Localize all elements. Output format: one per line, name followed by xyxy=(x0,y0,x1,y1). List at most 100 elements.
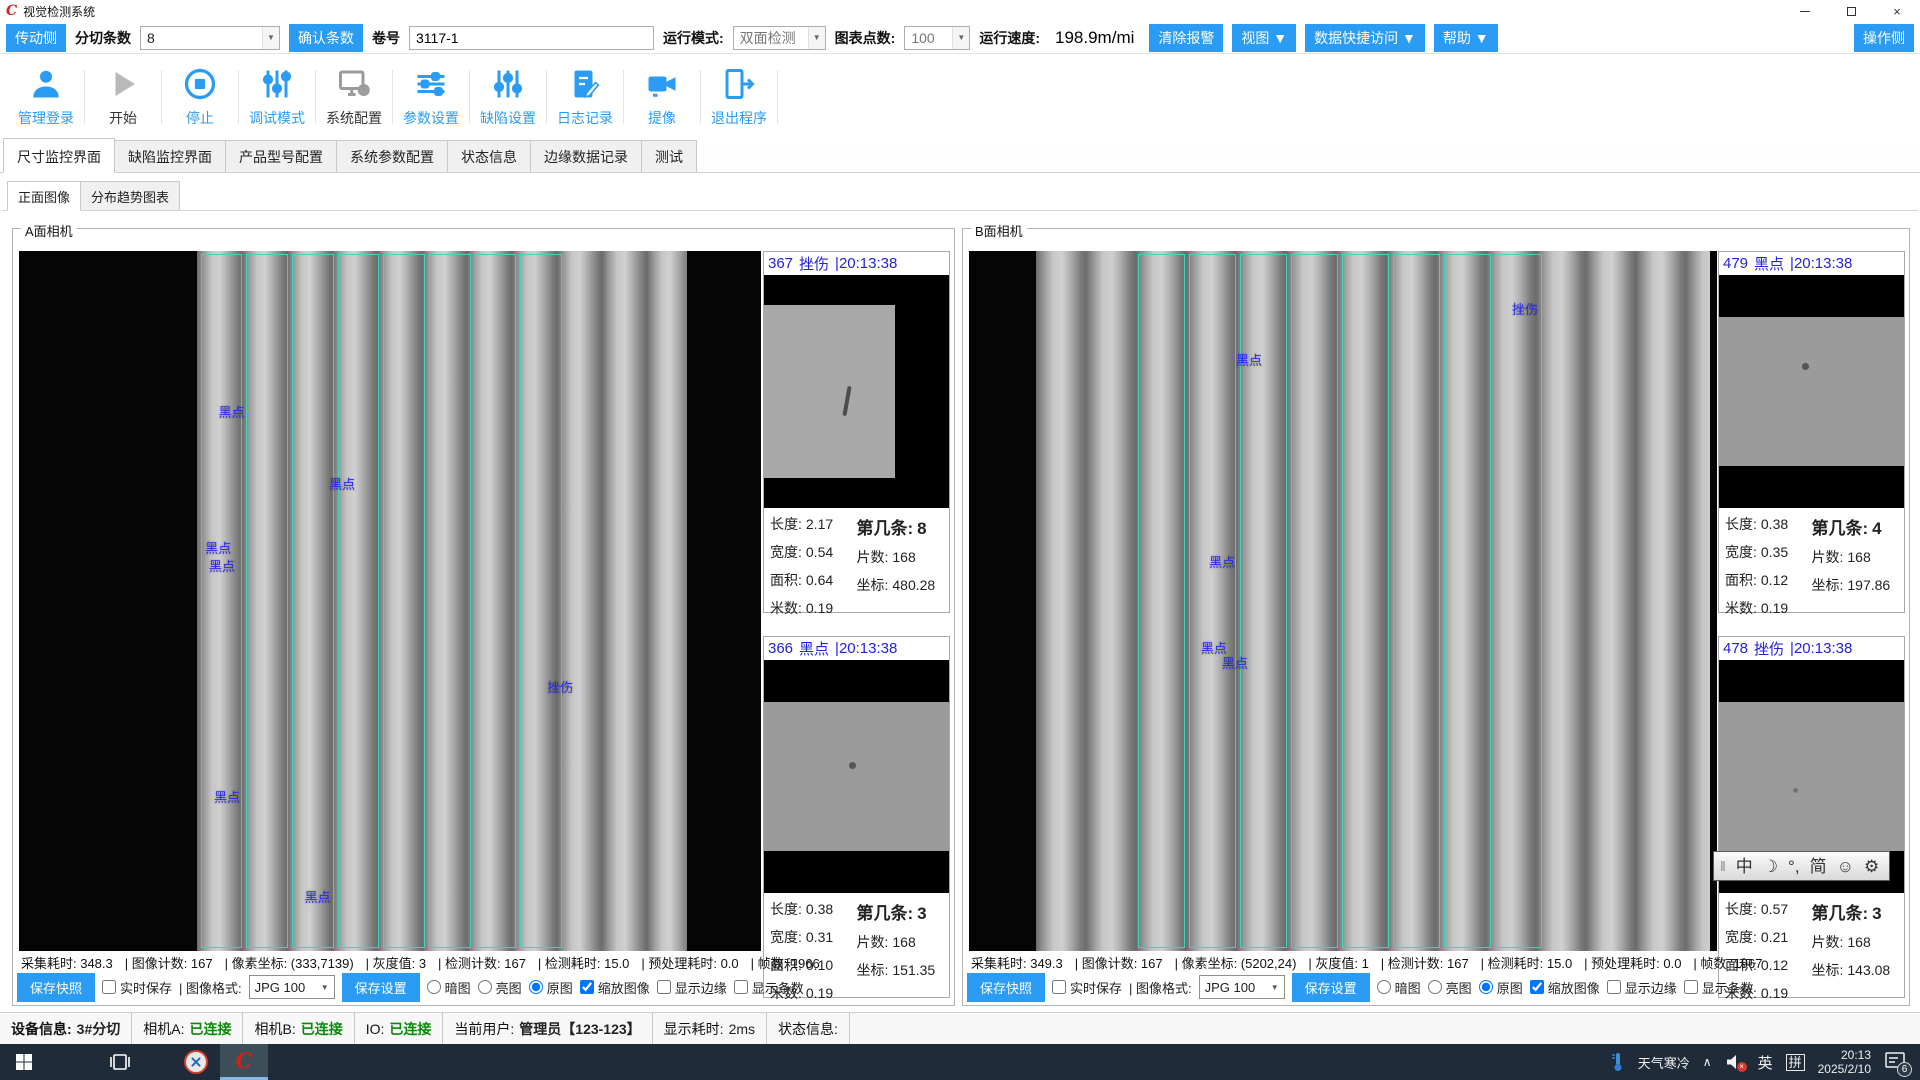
volume-muted-icon[interactable]: × xyxy=(1725,1053,1745,1071)
drag-handle-icon[interactable]: ‖ xyxy=(1720,858,1726,874)
show-strips-checkbox[interactable]: 显示条数 xyxy=(734,978,804,997)
tray-expand-chevron[interactable]: ∧ xyxy=(1703,1055,1712,1069)
gear-icon[interactable]: ⚙ xyxy=(1864,858,1879,875)
tab-distribution-trend-chart[interactable]: 分布趋势图表 xyxy=(80,181,180,210)
start-button[interactable]: 开始 xyxy=(87,66,159,128)
start-button[interactable] xyxy=(0,1044,48,1080)
defect-strip-no: 3 xyxy=(1872,904,1881,923)
vision-app-taskbar-button[interactable]: C xyxy=(220,1044,268,1080)
view-menu-button[interactable]: 视图 ▼ xyxy=(1232,24,1296,52)
tab-test[interactable]: 测试 xyxy=(641,140,697,172)
pinyin-ime-icon[interactable]: 拼 xyxy=(1786,1054,1805,1071)
save-snapshot-button[interactable]: 保存快照 xyxy=(967,973,1045,1002)
save-settings-button[interactable]: 保存设置 xyxy=(1292,973,1370,1002)
defect-card[interactable]: 367 挫伤 |20:13:38 长度:2.17 宽度:0.54 面积:0.64… xyxy=(763,251,950,613)
operate-side-button[interactable]: 操作侧 xyxy=(1854,24,1914,52)
show-edge-checkbox[interactable]: 显示边缘 xyxy=(1607,978,1677,997)
confirm-count-button[interactable]: 确认条数 xyxy=(289,24,363,52)
maximize-button[interactable] xyxy=(1828,0,1874,22)
taskbar-clock[interactable]: 20:13 2025/2/10 xyxy=(1818,1048,1871,1076)
top-toolbar: 传动侧 分切条数 8 ▼ 确认条数 卷号 运行模式: 双面检测 ▼ 图表点数: … xyxy=(0,22,1920,54)
ime-language-indicator[interactable]: 英 xyxy=(1758,1052,1773,1073)
tab-front-image[interactable]: 正面图像 xyxy=(7,181,81,211)
camera-a-stats-line: 采集耗时: 348.3ㅤ| 图像计数: 167ㅤ| 像素坐标: (333,713… xyxy=(21,953,820,972)
roll-number-label: 卷号 xyxy=(372,28,400,48)
defect-length: 0.57 xyxy=(1761,901,1788,917)
chevron-down-icon[interactable]: ▼ xyxy=(262,27,279,49)
tab-product-model-config[interactable]: 产品型号配置 xyxy=(225,140,337,172)
close-button[interactable]: × xyxy=(1874,0,1920,22)
ime-chinese-mode-button[interactable]: 中 xyxy=(1736,858,1753,875)
chevron-down-icon[interactable]: ▼ xyxy=(952,27,969,49)
defect-card[interactable]: 479 黑点 |20:13:38 长度:0.38 宽度:0.35 面积:0.12… xyxy=(1718,251,1905,613)
toolbar-divider xyxy=(238,70,239,124)
show-edge-checkbox[interactable]: 显示边缘 xyxy=(657,978,727,997)
clear-alarm-button[interactable]: 清除报警 xyxy=(1149,24,1223,52)
chart-points-combobox[interactable]: 100 ▼ xyxy=(904,26,970,50)
ime-simplified-button[interactable]: 简 xyxy=(1810,858,1827,875)
drive-side-button[interactable]: 传动侧 xyxy=(6,24,66,52)
defect-id: 367 xyxy=(768,255,793,272)
snipping-tool-taskbar-button[interactable] xyxy=(172,1044,220,1080)
camera-a-image[interactable]: 黑点 黑点 黑点 黑点 挫伤 黑点 黑点 xyxy=(19,251,761,951)
dark-image-radio[interactable]: 暗图 xyxy=(1377,978,1421,997)
defect-card[interactable]: 366 黑点 |20:13:38 长度:0.38 宽度:0.31 面积:0.10… xyxy=(763,636,950,998)
moon-icon[interactable]: ☽ xyxy=(1763,858,1778,875)
bright-image-radio[interactable]: 亮图 xyxy=(1428,978,1472,997)
defect-mark: 黑点 xyxy=(1209,552,1235,571)
system-config-button[interactable]: 系统配置 xyxy=(318,66,390,128)
user-icon xyxy=(28,66,64,105)
weather-text[interactable]: 天气寒冷 xyxy=(1638,1053,1690,1072)
run-mode-combobox[interactable]: 双面检测 ▼ xyxy=(733,26,826,50)
emoji-icon[interactable]: ☺ xyxy=(1837,858,1854,875)
camera-icon xyxy=(644,66,680,105)
capture-image-button[interactable]: 提像 xyxy=(626,66,698,128)
zoom-image-checkbox[interactable]: 缩放图像 xyxy=(580,978,650,997)
save-snapshot-button[interactable]: 保存快照 xyxy=(17,973,95,1002)
debug-mode-button[interactable]: 调试模式 xyxy=(241,66,313,128)
roll-number-input[interactable] xyxy=(409,26,654,50)
defect-type: 黑点 xyxy=(1754,253,1784,274)
original-image-radio[interactable]: 原图 xyxy=(529,978,573,997)
window-title: 视觉检测系统 xyxy=(23,3,95,20)
tab-defect-monitor[interactable]: 缺陷监控界面 xyxy=(114,140,226,172)
icon-toolbar: 管理登录 开始 停止 调试模式 系统配置 参数设置 缺陷设置 日志记录 提像 xyxy=(0,55,1920,139)
tab-edge-data-record[interactable]: 边缘数据记录 xyxy=(530,140,642,172)
action-center-button[interactable]: 6 xyxy=(1884,1050,1910,1074)
bright-image-radio[interactable]: 亮图 xyxy=(478,978,522,997)
defect-id: 479 xyxy=(1723,255,1748,272)
realtime-save-checkbox[interactable]: 实时保存 xyxy=(1052,978,1122,997)
dark-image-radio[interactable]: 暗图 xyxy=(427,978,471,997)
minimize-button[interactable] xyxy=(1782,0,1828,22)
help-menu-button[interactable]: 帮助 ▼ xyxy=(1434,24,1498,52)
slit-count-combobox[interactable]: 8 ▼ xyxy=(140,26,280,50)
start-label: 开始 xyxy=(109,108,137,128)
realtime-save-checkbox[interactable]: 实时保存 xyxy=(102,978,172,997)
stop-button[interactable]: 停止 xyxy=(164,66,236,128)
notification-count-badge: 6 xyxy=(1897,1062,1912,1077)
original-image-radio[interactable]: 原图 xyxy=(1479,978,1523,997)
save-settings-button[interactable]: 保存设置 xyxy=(342,973,420,1002)
data-quick-access-menu-button[interactable]: 数据快捷访问 ▼ xyxy=(1305,24,1425,52)
image-format-select[interactable]: JPG 100▼ xyxy=(249,975,335,999)
log-record-button[interactable]: 日志记录 xyxy=(549,66,621,128)
tab-system-param-config[interactable]: 系统参数配置 xyxy=(336,140,448,172)
camera-b-image[interactable]: 挫伤 黑点 黑点 黑点 黑点 xyxy=(969,251,1717,951)
task-view-button[interactable] xyxy=(96,1044,144,1080)
defect-settings-button[interactable]: 缺陷设置 xyxy=(472,66,544,128)
toolbar-divider xyxy=(623,70,624,124)
admin-login-button[interactable]: 管理登录 xyxy=(10,66,82,128)
ime-language-bar[interactable]: ‖ 中 ☽ °, 简 ☺ ⚙ xyxy=(1713,851,1890,881)
defect-thumbnail xyxy=(764,275,949,508)
chevron-down-icon[interactable]: ▼ xyxy=(808,27,825,49)
image-format-select[interactable]: JPG 100▼ xyxy=(1199,975,1285,999)
param-settings-button[interactable]: 参数设置 xyxy=(395,66,467,128)
defect-card[interactable]: 478 挫伤 |20:13:38 长度:0.57 宽度:0.21 面积:0.12… xyxy=(1718,636,1905,998)
exit-program-button[interactable]: 退出程序 xyxy=(703,66,775,128)
zoom-image-checkbox[interactable]: 缩放图像 xyxy=(1530,978,1600,997)
show-strips-checkbox[interactable]: 显示条数 xyxy=(1684,978,1754,997)
tab-status-info[interactable]: 状态信息 xyxy=(447,140,531,172)
defect-settings-label: 缺陷设置 xyxy=(480,108,536,128)
tab-size-monitor[interactable]: 尺寸监控界面 xyxy=(3,138,115,173)
punctuation-mode-button[interactable]: °, xyxy=(1788,858,1800,875)
